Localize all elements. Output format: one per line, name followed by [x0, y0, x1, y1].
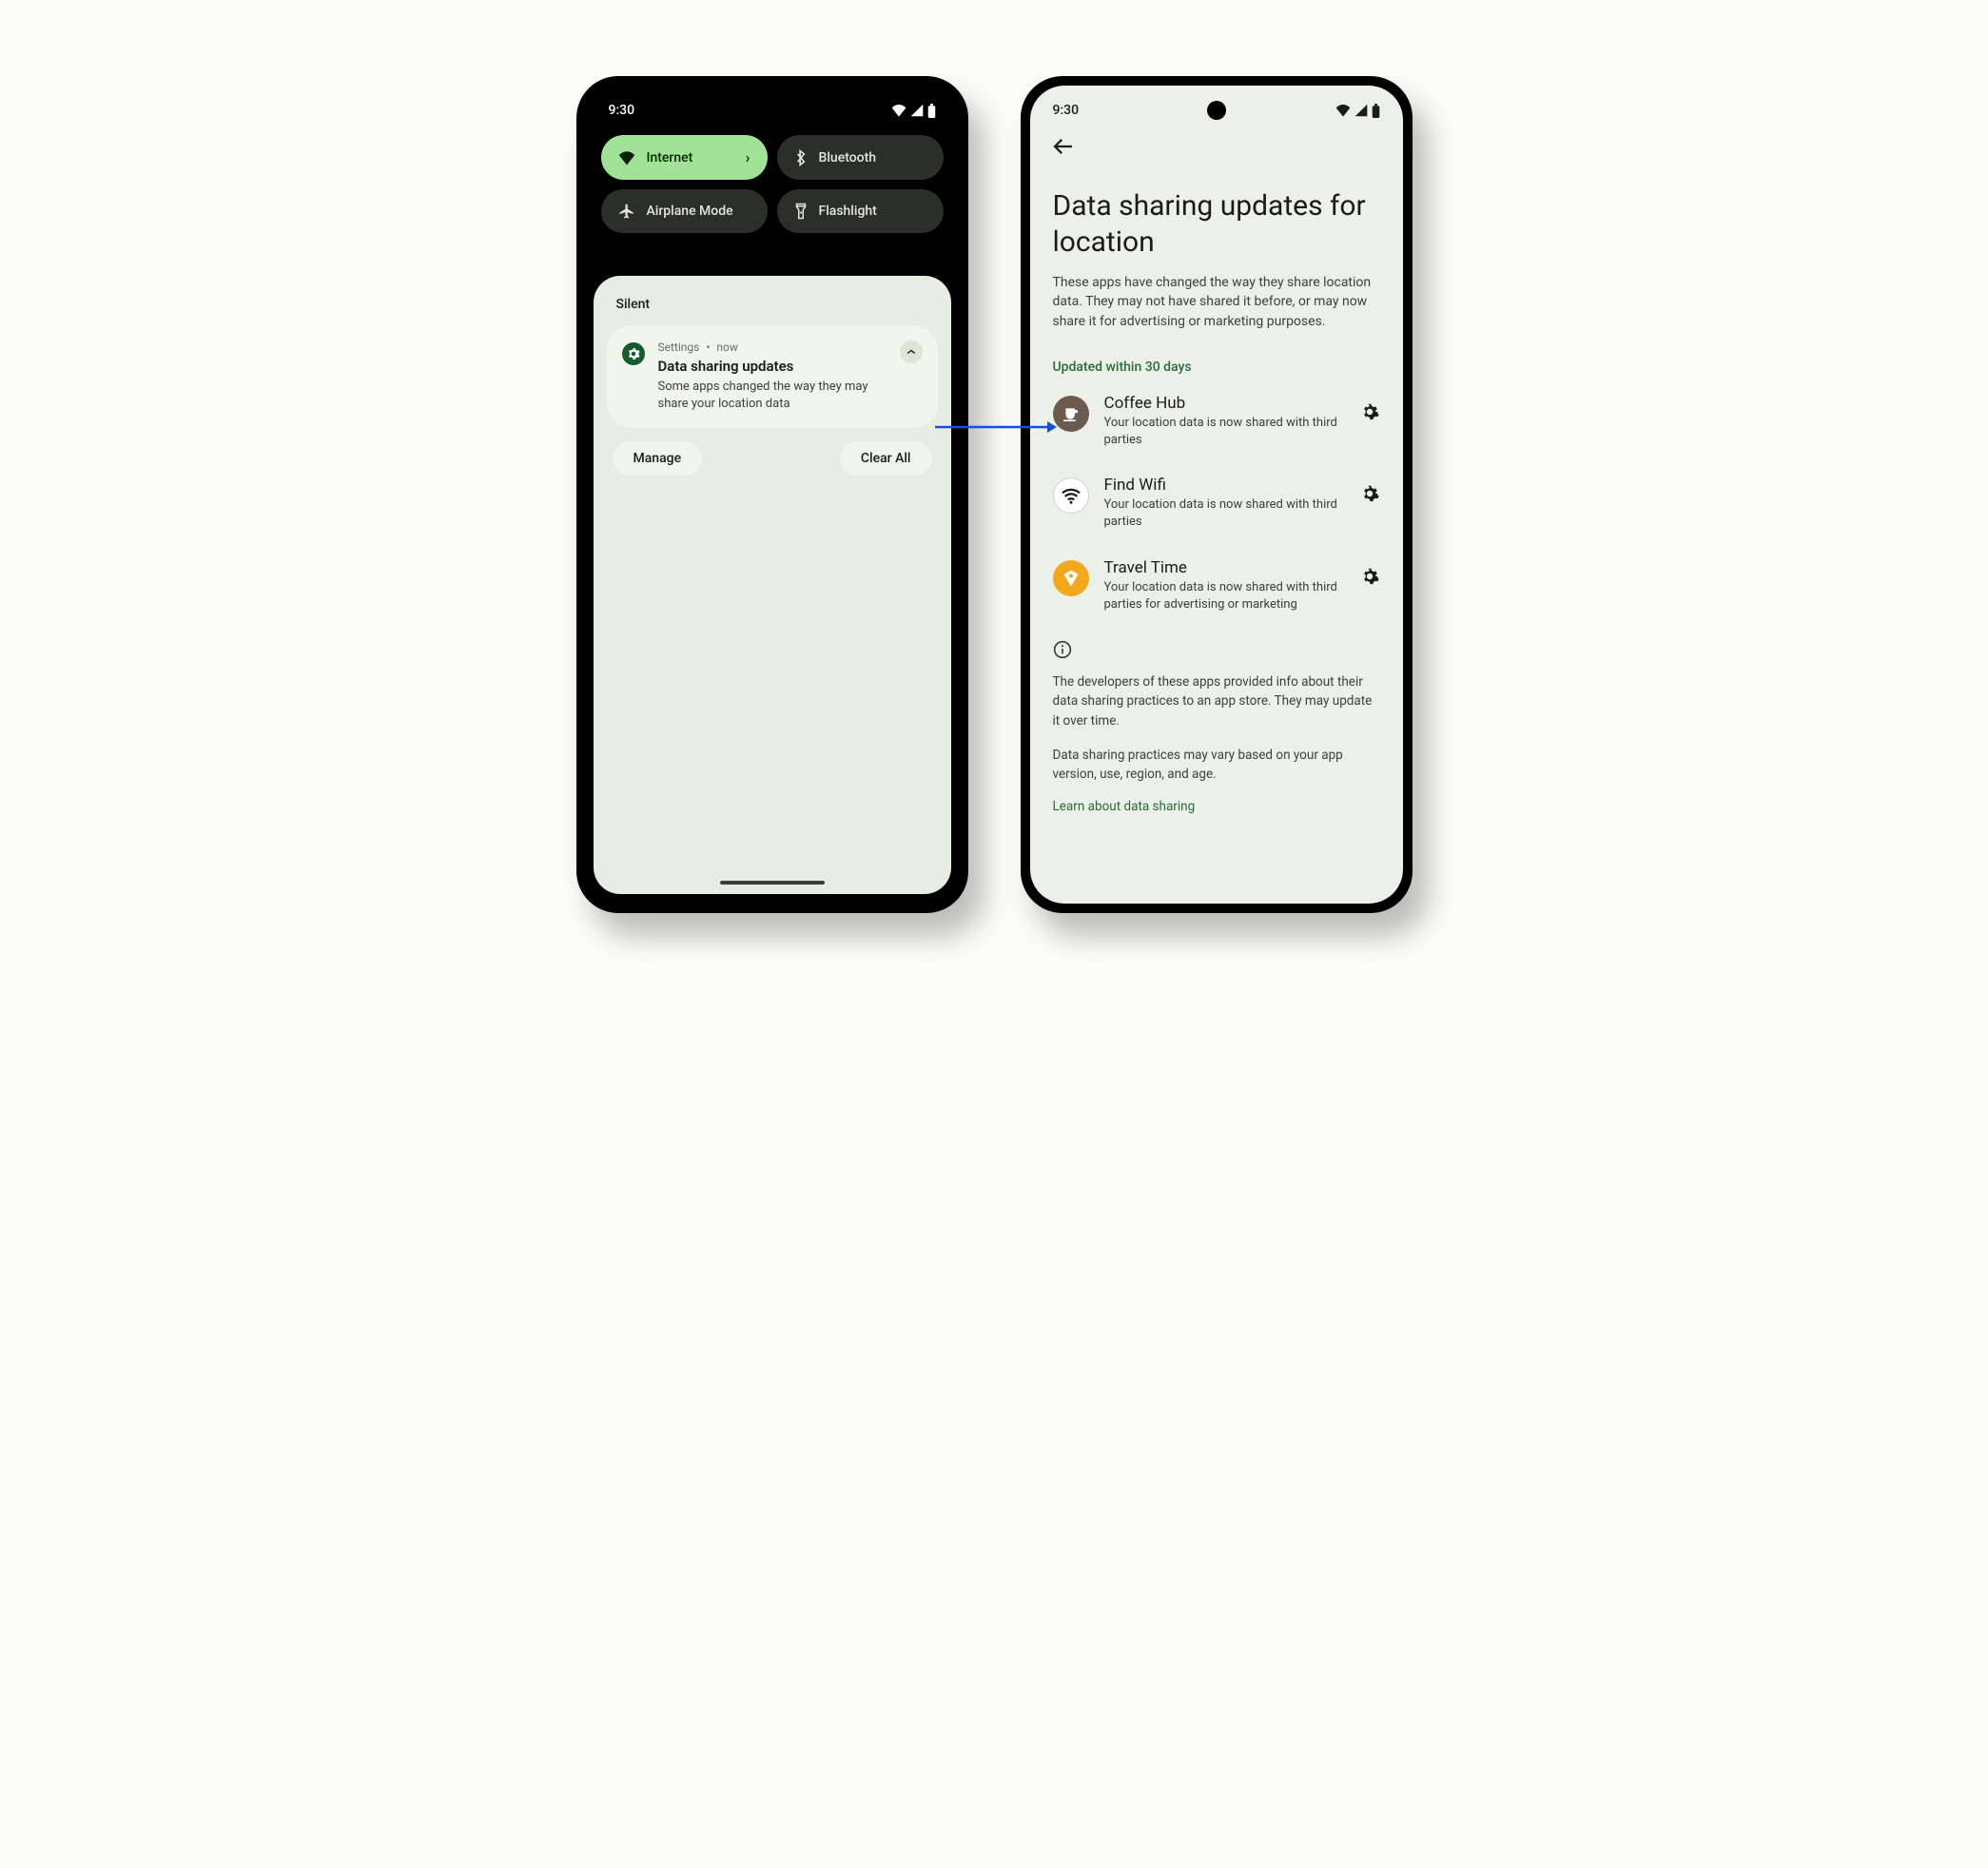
- back-button[interactable]: [1053, 137, 1074, 160]
- signal-status-icon: [1355, 104, 1368, 117]
- qs-tile-label: Internet: [647, 150, 693, 165]
- clear-all-button[interactable]: Clear All: [840, 441, 932, 476]
- gear-icon: [1359, 566, 1380, 587]
- info-icon: [1053, 640, 1380, 663]
- app-description: Your location data is now shared with th…: [1104, 496, 1344, 531]
- notification-shade: Silent Settings • now Data sharing updat…: [594, 276, 951, 894]
- learn-link[interactable]: Learn about data sharing: [1053, 799, 1380, 814]
- bluetooth-icon: [794, 149, 808, 166]
- status-time: 9:30: [609, 103, 635, 118]
- collapse-button[interactable]: [900, 341, 923, 363]
- status-icons: [1335, 104, 1380, 118]
- qs-tile-flashlight[interactable]: Flashlight: [777, 189, 944, 233]
- gear-icon: [1359, 401, 1380, 422]
- app-icon: [1053, 560, 1089, 596]
- qs-tile-label: Bluetooth: [819, 150, 877, 165]
- app-description: Your location data is now shared with th…: [1104, 415, 1344, 449]
- qs-tile-airplane[interactable]: Airplane Mode: [601, 189, 768, 233]
- qs-tile-label: Flashlight: [819, 204, 877, 219]
- wifi-status-icon: [891, 104, 906, 117]
- info-text-1: The developers of these apps provided in…: [1053, 672, 1380, 730]
- app-description: Your location data is now shared with th…: [1104, 579, 1344, 613]
- coffee-icon: [1062, 406, 1081, 421]
- section-header: Updated within 30 days: [1053, 360, 1380, 375]
- home-handle[interactable]: [720, 881, 825, 885]
- notification-body: Some apps changed the way they may share…: [658, 379, 887, 413]
- airplane-icon: [618, 203, 635, 220]
- info-text-2: Data sharing practices may vary based on…: [1053, 746, 1380, 785]
- page-description: These apps have changed the way they sha…: [1053, 273, 1380, 331]
- app-name: Coffee Hub: [1104, 394, 1344, 413]
- qs-tile-label: Airplane Mode: [647, 204, 733, 219]
- wifi-icon: [618, 150, 635, 165]
- camera-punch-hole: [1207, 101, 1226, 120]
- app-row-find-wifi[interactable]: Find Wifi Your location data is now shar…: [1053, 476, 1380, 531]
- app-row-travel-time[interactable]: Travel Time Your location data is now sh…: [1053, 558, 1380, 613]
- status-icons: [891, 104, 936, 118]
- app-name: Find Wifi: [1104, 476, 1344, 495]
- wifi-icon: [1061, 487, 1082, 504]
- chevron-right-icon: ›: [746, 148, 750, 166]
- app-name: Travel Time: [1104, 558, 1344, 577]
- notification-meta: Settings • now: [658, 341, 887, 354]
- shade-section-label: Silent: [607, 293, 938, 325]
- arrow-left-icon: [1053, 138, 1074, 155]
- flashlight-icon: [794, 203, 808, 220]
- battery-status-icon: [927, 104, 936, 118]
- chevron-up-icon: [906, 349, 916, 355]
- signal-status-icon: [910, 104, 924, 117]
- battery-status-icon: [1372, 104, 1380, 118]
- app-settings-button[interactable]: [1359, 401, 1380, 426]
- phone-details-screen: 9:30 Data sharing updates for location T…: [1021, 76, 1413, 913]
- gear-icon: [1359, 483, 1380, 504]
- tag-icon: [1062, 569, 1081, 588]
- notification-title: Data sharing updates: [658, 358, 887, 375]
- app-row-coffee-hub[interactable]: Coffee Hub Your location data is now sha…: [1053, 394, 1380, 449]
- manage-button[interactable]: Manage: [613, 441, 703, 476]
- wifi-status-icon: [1335, 104, 1351, 117]
- page-title: Data sharing updates for location: [1053, 188, 1380, 260]
- qs-tile-bluetooth[interactable]: Bluetooth: [777, 135, 944, 180]
- app-settings-button[interactable]: [1359, 566, 1380, 591]
- notification-app-icon: [622, 342, 645, 365]
- phone-notification-shade: 9:30 Internet › Bluetooth: [576, 76, 968, 913]
- quick-settings-grid: Internet › Bluetooth Airplane Mode Flash…: [586, 127, 959, 248]
- status-bar: 9:30: [586, 86, 959, 127]
- status-time: 9:30: [1053, 103, 1080, 118]
- app-icon: [1053, 477, 1089, 514]
- notification-card[interactable]: Settings • now Data sharing updates Some…: [607, 325, 938, 428]
- app-settings-button[interactable]: [1359, 483, 1380, 508]
- gear-icon: [627, 347, 640, 360]
- flow-arrow: [935, 427, 1049, 429]
- qs-tile-internet[interactable]: Internet ›: [601, 135, 768, 180]
